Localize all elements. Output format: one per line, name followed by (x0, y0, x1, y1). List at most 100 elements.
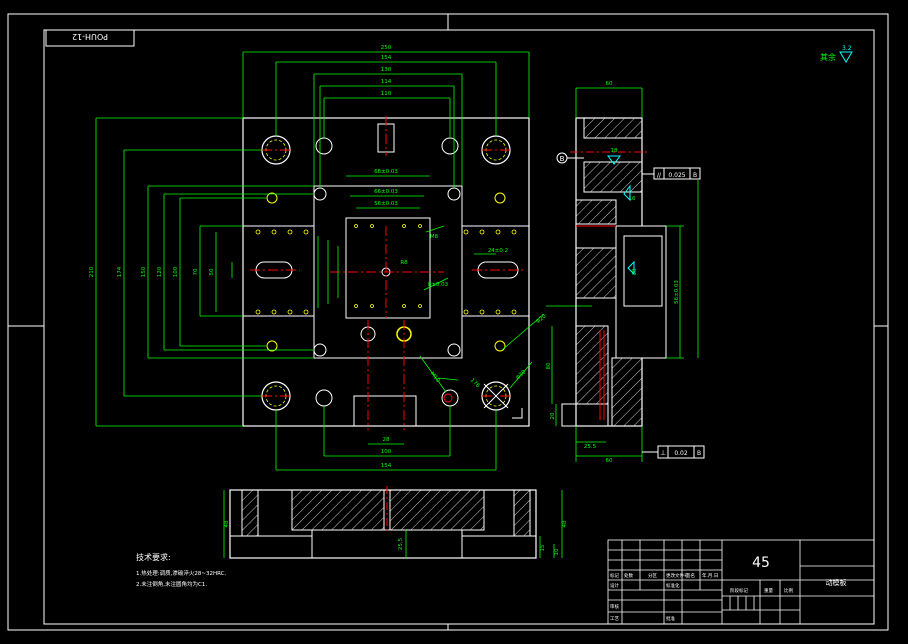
roughness-symbol (839, 51, 853, 63)
roughness-label: 其余 (820, 52, 836, 62)
perp-datum: B (697, 450, 701, 457)
screw-hole-12 (494, 340, 506, 352)
parallel-value: 0.025 (668, 172, 685, 179)
cad-drawing-canvas: POUH-12 其余 3.2 250 154 130 114 110 68±0.… (7, 13, 889, 631)
screw-hole-10 (494, 192, 506, 204)
dim-side-120: 120 (157, 266, 163, 277)
tb-stage: 阶段标记 (730, 587, 748, 594)
outer-frame (7, 13, 889, 631)
tb-standard: 标准化 (666, 582, 680, 589)
screw-hole-1 (315, 137, 333, 155)
material-value: 45 (752, 555, 770, 571)
frame-tick-marks (8, 14, 888, 630)
tb-label-sign: 签名 (686, 572, 695, 579)
corner-chamfer (512, 408, 523, 419)
dim-side-70: 70 (193, 268, 199, 275)
dim-110: 110 (381, 91, 392, 97)
roughness-value: 3.2 (842, 45, 852, 52)
tb-check: 审核 (610, 603, 619, 610)
perp-tolerance-frame: ⊥ 0.02 B (642, 445, 705, 459)
tb-design: 设计 (610, 582, 619, 589)
sec-dim-18: 18 (611, 148, 618, 154)
dim-chamfer: 8±0.03 (428, 282, 449, 288)
dim-56: 56±0.03 (374, 201, 398, 207)
parallel-tolerance-frame: // 0.025 B (642, 167, 701, 180)
section-hatch-4 (575, 247, 617, 299)
dim-100: 100 (381, 449, 392, 455)
sec-dim-80: 80 (546, 362, 552, 369)
dim-114: 114 (381, 79, 392, 85)
sec-dim-bot60: 60 (606, 458, 613, 464)
bottom-center-pocket (311, 529, 463, 559)
notes-line-1: 1.热处理:调质,渗碳淬火28~32HRC. (136, 569, 226, 577)
bot-dim-48-left: 48 (224, 520, 230, 527)
dim-side-150: 150 (141, 266, 147, 277)
datum-b-label: B (560, 155, 565, 163)
bottom-section-view (229, 486, 537, 559)
dim-d20: Φ20 (535, 313, 548, 325)
bot-dim-10: 10 (554, 548, 560, 555)
bottom-hatch-right (513, 489, 531, 537)
perp-symbol: ⊥ (660, 449, 666, 457)
screw-hole-11 (266, 340, 278, 352)
bottom-hatch-center-l (291, 489, 385, 531)
section-hatch-3 (575, 199, 617, 225)
dim-slot: 24±0.2 (488, 248, 508, 254)
tb-approve: 批准 (666, 615, 675, 622)
technical-notes: 技术要求: 1.热处理:调质,渗碳淬火28~32HRC. 2.未注倒角,未注圆角… (136, 552, 226, 588)
dim-d176: 176 (469, 377, 481, 389)
screw-hole-6 (447, 187, 461, 201)
notes-title: 技术要求: (136, 552, 171, 562)
dim-d30: Φ30 (515, 369, 528, 382)
dim-side-174: 174 (117, 266, 123, 277)
screw-hole-2 (441, 137, 459, 155)
bot-dim-48-right: 48 (562, 520, 568, 527)
part-name: 动模板 (826, 578, 847, 587)
screw-hole-14 (443, 393, 453, 403)
drawing-number: POUH-12 (72, 32, 108, 41)
dim-130: 130 (381, 67, 392, 73)
sec-dim-56: 56±0.03 (674, 280, 680, 304)
parallel-symbol: // (657, 172, 662, 179)
dim-68: 68±0.03 (374, 169, 398, 175)
tb-weight: 重量 (764, 587, 773, 594)
left-slide-pocket (242, 225, 315, 317)
dim-side-210: 210 (89, 266, 95, 277)
sec-dim-top60: 60 (606, 81, 613, 87)
section-hatch-2 (583, 161, 643, 193)
sec-dim-38: 38 (632, 268, 638, 275)
section-hatch-5 (575, 325, 609, 405)
tb-label-zone: 分区 (648, 572, 657, 579)
bottom-hatch-left (241, 489, 259, 537)
screw-hole-3 (315, 389, 333, 407)
dim-r8: R8 (400, 260, 408, 266)
bottom-sprue-slot (353, 395, 417, 427)
dim-66: 66±0.03 (374, 189, 398, 195)
parallel-datum: B (693, 172, 697, 179)
dim-250: 250 (381, 45, 392, 51)
plan-side-dimension-text: 210 174 150 120 100 70 50 (89, 266, 215, 277)
dim-side-100: 100 (173, 266, 179, 277)
tb-process: 工艺 (610, 616, 619, 622)
dim-28: 28 (383, 437, 390, 443)
screw-hole-9 (266, 192, 278, 204)
plan-dimension-text: 250 154 130 114 110 68±0.03 66±0.03 56±0… (374, 45, 548, 469)
dim-154: 154 (381, 55, 392, 61)
bottom-hatch-center-r (389, 489, 485, 531)
tb-label-mark: 标记 (610, 572, 619, 579)
title-block-labels: 标记 处数 分区 更改文件号 签名 年.月.日 设计 标准化 审核 工艺 批准 … (610, 572, 793, 622)
tb-scale: 比例 (784, 587, 793, 594)
section-hatch-1 (583, 117, 643, 139)
screw-hole-8 (447, 343, 461, 357)
notes-line-2: 2.未注倒角,未注圆角均为C1. (136, 580, 207, 588)
tb-label-date: 年.月.日 (702, 572, 718, 579)
bot-dim-15: 15 (540, 544, 546, 551)
sec-dim-20: 20 (550, 412, 556, 419)
perp-value: 0.02 (674, 450, 688, 457)
bot-dim-25: 25.5 (398, 537, 404, 550)
screw-hole-7 (313, 343, 327, 357)
section-bottom-step (561, 403, 609, 427)
right-slide-pocket (461, 225, 530, 317)
screw-hole-5 (313, 187, 327, 201)
inner-frame (43, 29, 875, 625)
